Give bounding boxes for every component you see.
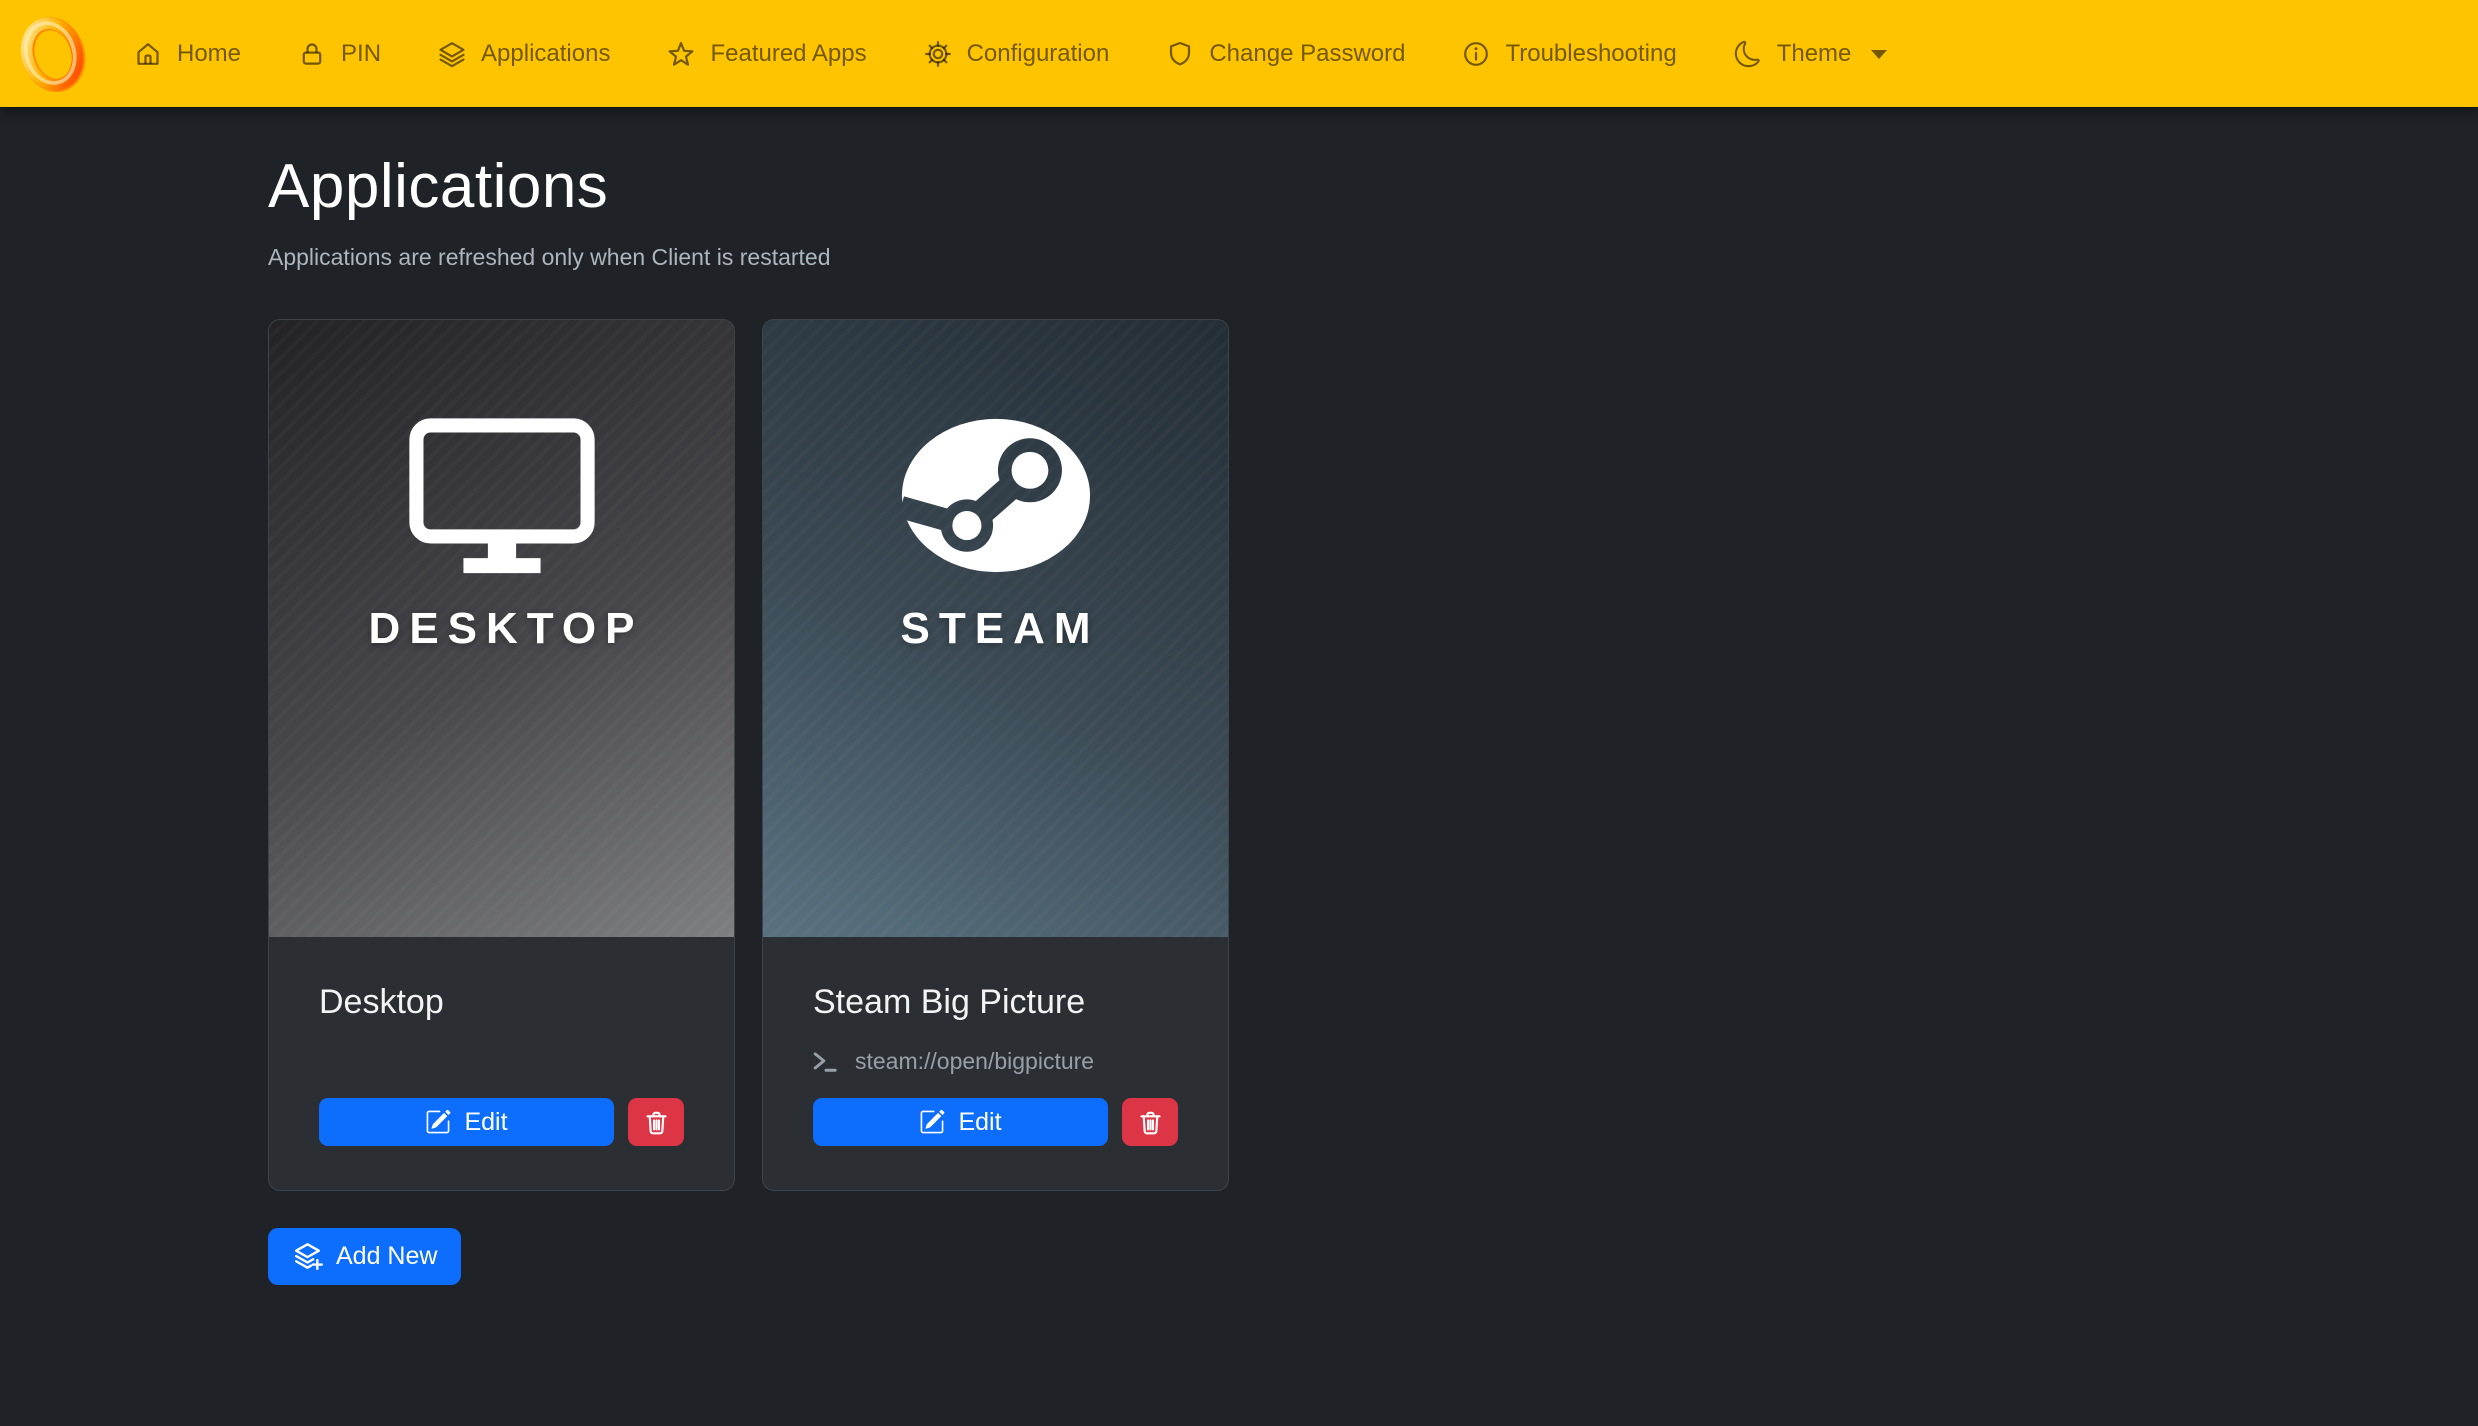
nav-item-label: Theme <box>1777 40 1852 68</box>
app-command: steam://open/bigpicture <box>813 1048 1178 1075</box>
nav-item-label: Configuration <box>967 40 1110 68</box>
trash-icon <box>1137 1109 1164 1136</box>
gear-icon <box>924 40 952 68</box>
nav-item-label: Applications <box>481 40 610 68</box>
nav-item-theme[interactable]: Theme <box>1734 40 1889 68</box>
add-new-button-label: Add New <box>336 1242 437 1271</box>
star-icon <box>667 40 695 68</box>
page-title: Applications <box>268 151 2478 222</box>
pencil-square-icon <box>919 1109 945 1135</box>
steam-icon <box>897 416 1095 576</box>
app-command-text: steam://open/bigpicture <box>855 1048 1094 1075</box>
app-art-desktop: DESKTOP <box>269 320 734 937</box>
layers-icon <box>438 40 466 68</box>
app-art-label: DESKTOP <box>360 604 644 654</box>
nav-item-label: Troubleshooting <box>1505 40 1676 68</box>
app-card-body: Desktop Edit <box>269 937 734 1190</box>
monitor-icon <box>402 417 602 575</box>
nav-item-home[interactable]: Home <box>134 40 241 68</box>
app-name: Desktop <box>319 983 684 1022</box>
nav-item-configuration[interactable]: Configuration <box>924 40 1110 68</box>
pencil-square-icon <box>425 1109 451 1135</box>
delete-button[interactable] <box>1122 1098 1178 1146</box>
edit-button[interactable]: Edit <box>813 1098 1108 1146</box>
app-card-desktop: DESKTOP Desktop Edit <box>268 319 735 1191</box>
nav-item-label: PIN <box>341 40 381 68</box>
applications-page: Applications Applications are refreshed … <box>0 107 2478 1285</box>
page-subtitle: Applications are refreshed only when Cli… <box>268 244 2478 271</box>
layers-plus-icon <box>292 1241 323 1272</box>
app-card-list: DESKTOP Desktop Edit <box>268 319 2478 1191</box>
edit-button-label: Edit <box>464 1108 507 1137</box>
terminal-icon <box>813 1051 839 1073</box>
sunshine-logo-icon <box>14 10 90 98</box>
trash-icon <box>643 1109 670 1136</box>
shield-icon <box>1166 40 1194 68</box>
house-icon <box>134 40 162 68</box>
moon-icon <box>1734 40 1762 68</box>
app-art-label: STEAM <box>892 604 1100 654</box>
nav-item-troubleshooting[interactable]: Troubleshooting <box>1462 40 1676 68</box>
edit-button[interactable]: Edit <box>319 1098 614 1146</box>
nav-item-featured-apps[interactable]: Featured Apps <box>667 40 866 68</box>
app-name: Steam Big Picture <box>813 983 1178 1022</box>
sunshine-logo[interactable] <box>14 10 90 98</box>
nav-menu: Home PIN Applications Featured Apps Conf… <box>134 40 1888 68</box>
app-art-steam: STEAM <box>763 320 1228 937</box>
edit-button-label: Edit <box>958 1108 1001 1137</box>
app-card-steam: STEAM Steam Big Picture steam://open/big… <box>762 319 1229 1191</box>
app-card-body: Steam Big Picture steam://open/bigpictur… <box>763 937 1228 1190</box>
nav-item-label: Change Password <box>1209 40 1405 68</box>
nav-item-applications[interactable]: Applications <box>438 40 610 68</box>
nav-item-label: Featured Apps <box>710 40 866 68</box>
add-new-button[interactable]: Add New <box>268 1228 461 1285</box>
chevron-down-icon <box>1870 48 1888 60</box>
nav-item-pin[interactable]: PIN <box>298 40 381 68</box>
delete-button[interactable] <box>628 1098 684 1146</box>
lock-icon <box>298 40 326 68</box>
nav-item-label: Home <box>177 40 241 68</box>
info-circle-icon <box>1462 40 1490 68</box>
nav-item-change-password[interactable]: Change Password <box>1166 40 1405 68</box>
navbar: Home PIN Applications Featured Apps Conf… <box>0 0 2478 107</box>
